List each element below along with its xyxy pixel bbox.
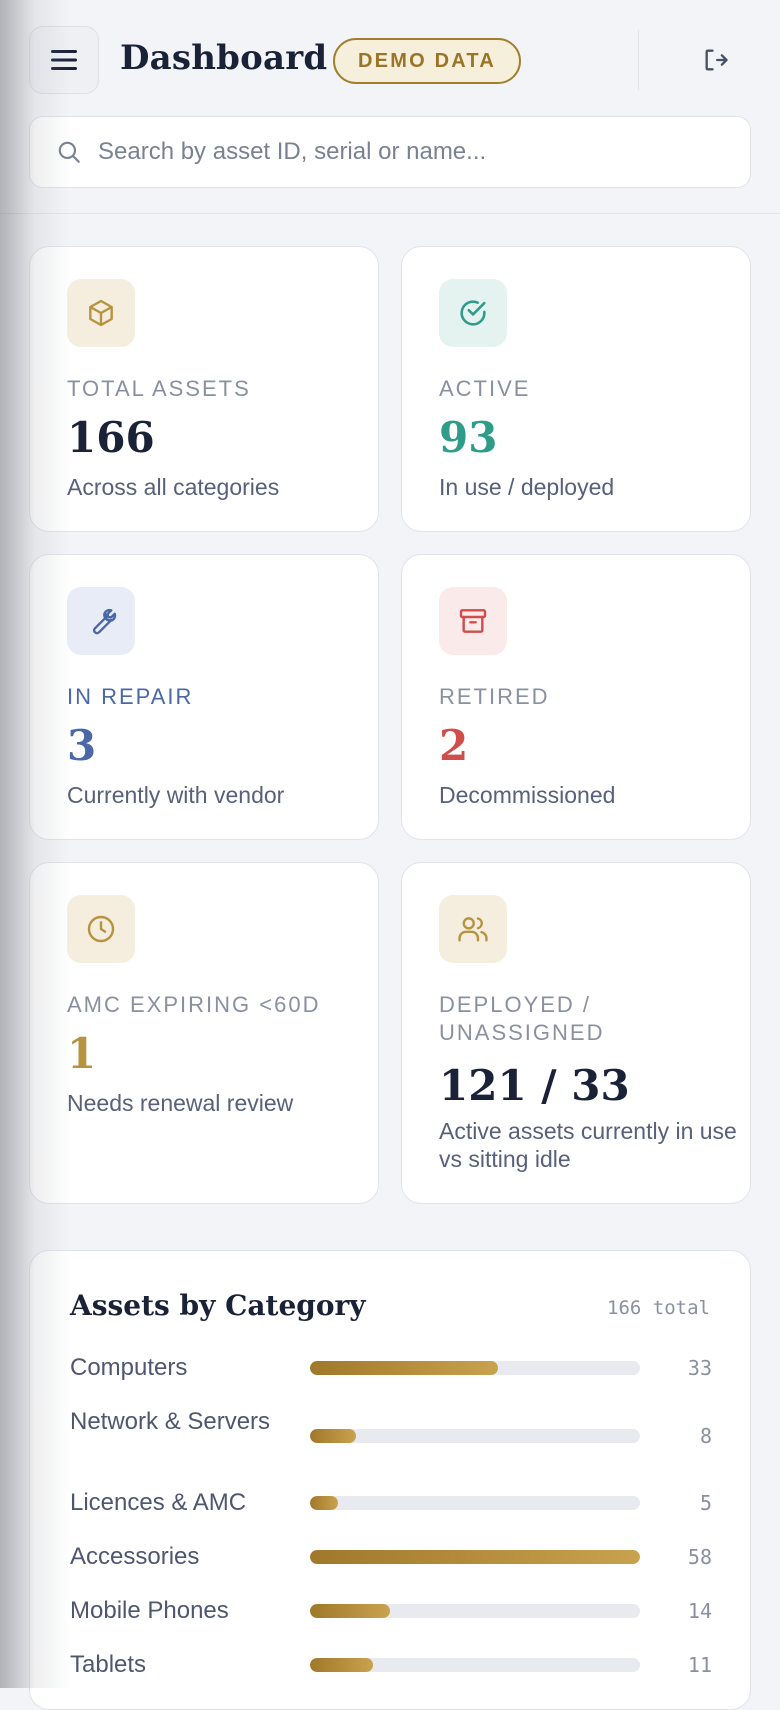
stat-description: Decommissioned	[439, 782, 616, 808]
stat-label: AMC EXPIRING <60D	[67, 992, 321, 1017]
stat-description: Needs renewal review	[67, 1090, 294, 1116]
box-icon	[67, 279, 135, 347]
stat-description: In use / deployed	[439, 474, 615, 500]
logout-icon	[705, 49, 728, 71]
stat-card-amc-expiring[interactable]: AMC EXPIRING <60D 1 Needs renewal review	[29, 862, 379, 1204]
category-row[interactable]: Licences & AMC 5	[70, 1488, 712, 1517]
category-count: 5	[699, 1490, 712, 1515]
category-row[interactable]: Tablets 11	[70, 1650, 712, 1679]
users-icon	[439, 895, 507, 963]
category-name: Mobile Phones	[70, 1597, 229, 1624]
category-count: 58	[687, 1544, 712, 1569]
category-row[interactable]: Mobile Phones 14	[70, 1596, 712, 1625]
category-count: 8	[699, 1424, 712, 1448]
category-total: 166 total	[607, 1297, 710, 1319]
check-circle-icon	[439, 279, 507, 347]
search-icon	[56, 139, 82, 165]
category-panel-title: Assets by Category	[70, 1289, 366, 1322]
stat-label: TOTAL ASSETS	[67, 376, 251, 401]
category-name: Network & Servers	[70, 1408, 271, 1435]
category-bar-track	[310, 1495, 640, 1510]
header-bottom-border	[0, 213, 780, 214]
stat-label: RETIRED	[439, 684, 550, 709]
stat-value: 93	[439, 413, 498, 462]
header-divider	[638, 30, 639, 90]
stat-value: 2	[439, 721, 469, 770]
category-count: 11	[687, 1652, 712, 1677]
stat-value: 166	[67, 413, 155, 462]
category-bar-track	[310, 1549, 640, 1564]
search-bar[interactable]	[29, 116, 751, 188]
category-bar-fill	[310, 1549, 640, 1564]
stat-card-active[interactable]: ACTIVE 93 In use / deployed	[401, 246, 751, 532]
category-bar-track	[310, 1603, 640, 1618]
category-count: 14	[687, 1598, 712, 1623]
menu-button[interactable]	[29, 26, 99, 94]
stat-value: 3	[67, 721, 97, 770]
category-bar-track	[310, 1429, 640, 1443]
stat-label: ACTIVE	[439, 376, 531, 401]
category-bar-fill	[310, 1495, 339, 1510]
category-row[interactable]: Computers 33	[70, 1353, 712, 1382]
stat-value: 1	[67, 1029, 97, 1078]
category-bar-track	[310, 1657, 640, 1672]
top-header: Dashboard DEMO DATA	[0, 0, 780, 214]
stat-description: Currently with vendor	[67, 782, 285, 808]
category-name: Licences & AMC	[70, 1489, 247, 1516]
clock-icon	[67, 895, 135, 963]
stat-card-deployed-unassigned[interactable]: DEPLOYED / UNASSIGNED 121 / 33 Active as…	[401, 862, 751, 1204]
category-bar-fill	[310, 1360, 498, 1375]
stat-description: Across all categories	[67, 474, 280, 500]
hamburger-menu-icon	[51, 50, 77, 70]
category-bar-track	[310, 1360, 640, 1375]
category-count: 33	[687, 1355, 712, 1380]
stat-label: IN REPAIR	[67, 684, 194, 709]
page-title: Dashboard	[120, 38, 328, 78]
category-name: Accessories	[70, 1543, 200, 1570]
stat-card-total-assets[interactable]: TOTAL ASSETS 166 Across all categories	[29, 246, 379, 532]
stat-card-retired[interactable]: RETIRED 2 Decommissioned	[401, 554, 751, 840]
category-bar-fill	[310, 1603, 390, 1618]
wrench-icon	[67, 587, 135, 655]
assets-by-category-panel: Assets by Category 166 total Computers 33…	[29, 1250, 751, 1710]
stat-description: Active assets currently in use vs sittin…	[439, 1118, 737, 1172]
category-row[interactable]: Accessories 58	[70, 1542, 712, 1571]
logout-button[interactable]	[696, 42, 736, 78]
category-name: Computers	[70, 1354, 188, 1381]
category-name: Tablets	[70, 1651, 147, 1678]
search-input[interactable]	[98, 138, 718, 166]
category-bar-fill	[310, 1429, 356, 1443]
stat-card-in-repair[interactable]: IN REPAIR 3 Currently with vendor	[29, 554, 379, 840]
stat-value: 121 / 33	[439, 1061, 630, 1110]
archive-icon	[439, 587, 507, 655]
stat-label: DEPLOYED / UNASSIGNED	[439, 992, 605, 1045]
demo-data-badge: DEMO DATA	[333, 38, 521, 84]
category-bar-fill	[310, 1657, 373, 1672]
category-row[interactable]: Network & Servers 8	[70, 1407, 712, 1465]
